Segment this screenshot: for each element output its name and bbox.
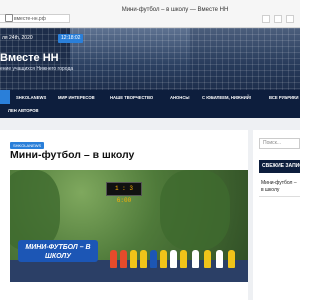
article-photo[interactable]: 1 : 3 6:00 МИНИ-ФУТБОЛ – В ШКОЛУ bbox=[10, 170, 248, 282]
nav-item-anniversary[interactable]: С ЮБИЛЕЕМ, НИЖНИЙ! bbox=[202, 93, 251, 102]
photo-player bbox=[120, 250, 127, 268]
photo-player bbox=[216, 250, 223, 268]
nav-item-shkolanews[interactable]: SHKOLANEWS bbox=[16, 93, 46, 102]
photo-player bbox=[150, 250, 157, 268]
header-time: 12:18:02 bbox=[58, 34, 84, 43]
article-title[interactable]: Мини-футбол – в школу bbox=[10, 148, 134, 162]
sidebar-recent-post[interactable]: Мини-футбол – в школу bbox=[261, 180, 300, 194]
sidebar-divider bbox=[259, 196, 300, 197]
nav-item-authors[interactable]: ЛЕН АВТОРОВ bbox=[0, 104, 39, 118]
scoreboard: 1 : 3 6:00 bbox=[106, 182, 142, 204]
tab-title[interactable]: Мини-футбол – в школу — Вместе НН bbox=[60, 4, 290, 16]
nav-item-all-categories[interactable]: ВСЕ РУБРИКИ bbox=[269, 93, 299, 102]
close-button[interactable] bbox=[286, 15, 294, 23]
header-date: ля 24th, 2020 bbox=[2, 35, 33, 41]
scoreboard-text: 1 : 3 6:00 bbox=[114, 185, 133, 204]
lock-icon bbox=[5, 14, 13, 22]
photo-banner-text: МИНИ-ФУТБОЛ – В ШКОЛУ bbox=[25, 244, 91, 260]
site-subtitle: ение учащихся Нижнего города bbox=[0, 66, 74, 72]
maximize-button[interactable] bbox=[274, 15, 282, 23]
photo-floor bbox=[10, 260, 248, 282]
photo-player bbox=[110, 250, 117, 268]
main-nav: SHKOLANEWS МИР ИНТЕРЕСОВ НАШЕ ТВОРЧЕСТВО… bbox=[0, 90, 300, 118]
photo-player bbox=[170, 250, 177, 268]
photo-player bbox=[180, 250, 187, 268]
home-icon[interactable] bbox=[0, 90, 10, 104]
photo-tree bbox=[160, 170, 230, 250]
minimize-button[interactable] bbox=[262, 15, 270, 23]
nav-item-creativity[interactable]: НАШЕ ТВОРЧЕСТВО bbox=[110, 93, 153, 102]
photo-player bbox=[204, 250, 211, 268]
site-title[interactable]: Вместе НН bbox=[0, 52, 59, 64]
photo-player bbox=[140, 250, 147, 268]
photo-player bbox=[192, 250, 199, 268]
search-input[interactable]: Поиск... bbox=[259, 138, 300, 149]
photo-player bbox=[228, 250, 235, 268]
photo-player bbox=[160, 250, 167, 268]
photo-tree bbox=[10, 170, 60, 250]
nav-item-announcements[interactable]: АНОНСЫ bbox=[170, 93, 189, 102]
nav-item-interests[interactable]: МИР ИНТЕРЕСОВ bbox=[58, 93, 95, 102]
sidebar bbox=[253, 130, 300, 300]
sidebar-heading: СВЕЖИЕ ЗАПИСИ bbox=[259, 160, 300, 173]
photo-player bbox=[130, 250, 137, 268]
